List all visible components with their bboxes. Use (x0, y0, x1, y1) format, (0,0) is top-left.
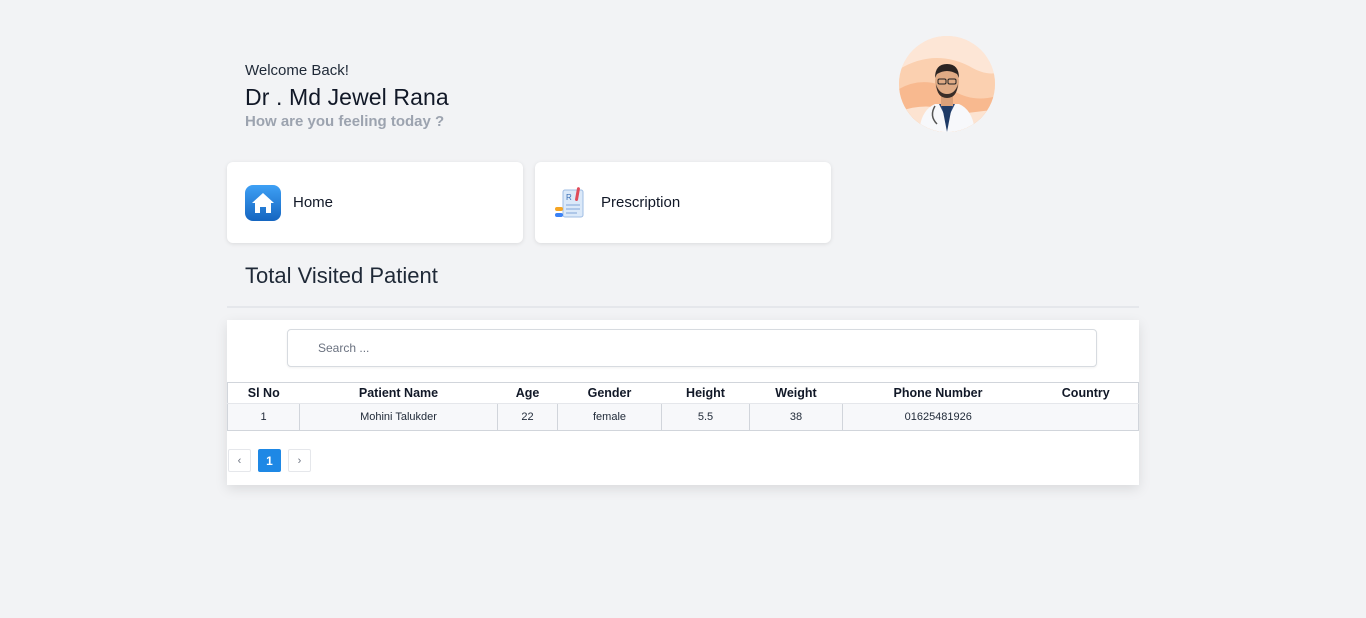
table-row[interactable]: 1 Mohini Talukder 22 female 5.5 38 01625… (227, 403, 1139, 431)
table-header-row: Sl No Patient Name Age Gender Height Wei… (228, 383, 1139, 404)
table-cell: 01625481926 (842, 403, 1034, 431)
column-header[interactable]: Country (1034, 383, 1139, 404)
home-card[interactable]: Home (227, 162, 523, 243)
pagination: ‹ 1 › (228, 449, 311, 472)
greeting-question: How are you feeling today ? (245, 113, 445, 130)
doctor-name: Dr . Md Jewel Rana (245, 84, 449, 110)
column-header[interactable]: Patient Name (300, 383, 498, 404)
column-header[interactable]: Weight (750, 383, 843, 404)
prescription-label: Prescription (601, 194, 681, 211)
section-title: Total Visited Patient (245, 263, 438, 288)
search-input[interactable] (287, 329, 1097, 367)
column-header[interactable]: Sl No (228, 383, 300, 404)
prescription-icon: R (553, 185, 589, 221)
table-cell: 1 (227, 403, 300, 431)
table-cell: female (557, 403, 662, 431)
table-cell: Mohini Talukder (299, 403, 498, 431)
column-header[interactable]: Gender (558, 383, 662, 404)
patient-table: Sl No Patient Name Age Gender Height Wei… (227, 382, 1139, 431)
page-button-current[interactable]: 1 (258, 449, 281, 472)
dashboard-page: Welcome Back! Dr . Md Jewel Rana How are… (0, 0, 1366, 618)
patient-table-panel: Sl No Patient Name Age Gender Height Wei… (227, 320, 1139, 485)
table-cell: 22 (497, 403, 558, 431)
column-header[interactable]: Age (498, 383, 558, 404)
prev-page-button[interactable]: ‹ (228, 449, 251, 472)
table-cell: 38 (749, 403, 843, 431)
welcome-header: Welcome Back! Dr . Md Jewel Rana How are… (245, 62, 449, 131)
doctor-avatar[interactable] (899, 36, 995, 132)
column-header[interactable]: Phone Number (843, 383, 1034, 404)
home-label: Home (293, 194, 334, 211)
next-page-button[interactable]: › (288, 449, 311, 472)
prescription-card[interactable]: R Prescription (535, 162, 831, 243)
house-icon (245, 184, 281, 221)
table-cell (1033, 403, 1139, 431)
welcome-text: Welcome Back! (245, 62, 349, 79)
column-header[interactable]: Height (662, 383, 750, 404)
section-divider (227, 306, 1139, 308)
doctor-portrait (899, 36, 995, 132)
svg-text:R: R (566, 193, 572, 202)
table-cell: 5.5 (661, 403, 750, 431)
